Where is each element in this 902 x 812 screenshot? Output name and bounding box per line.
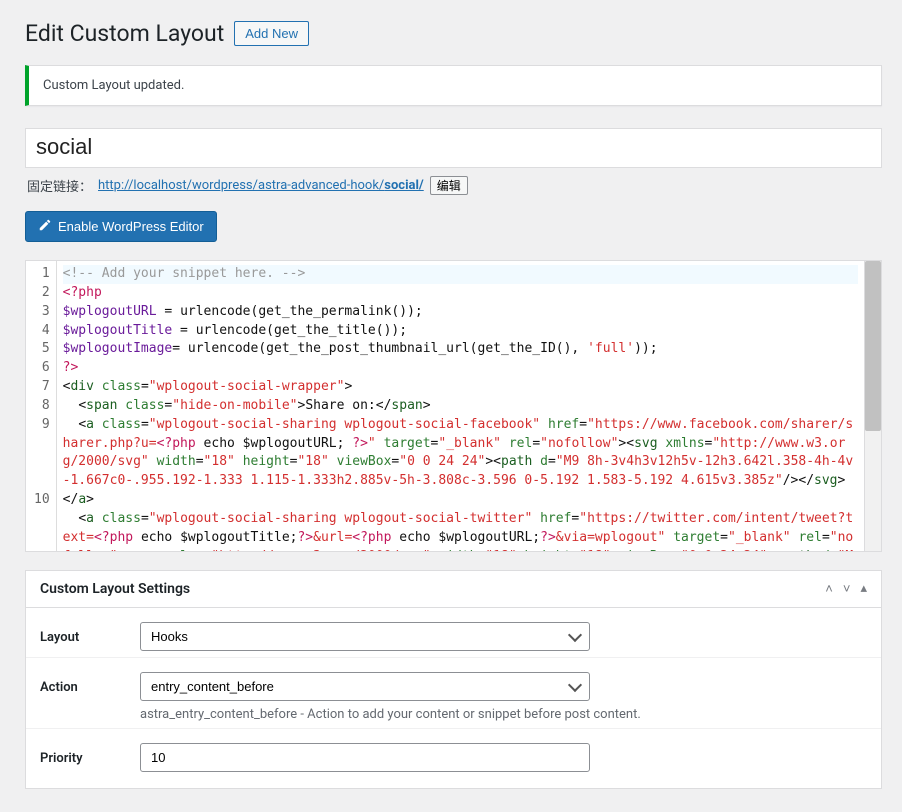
page-title: Edit Custom Layout: [25, 20, 224, 47]
settings-title: Custom Layout Settings: [40, 581, 190, 597]
chevron-down-icon[interactable]: ˅: [843, 581, 851, 597]
layout-select[interactable]: Hooks: [140, 622, 590, 651]
permalink-edit-button[interactable]: 编辑: [430, 176, 468, 195]
action-description: astra_entry_content_before - Action to a…: [140, 707, 867, 722]
title-input[interactable]: [28, 131, 879, 165]
priority-label: Priority: [40, 743, 140, 766]
permalink-label: 固定链接：: [27, 176, 92, 195]
pencil-icon: [38, 218, 52, 235]
action-label: Action: [40, 672, 140, 695]
scrollbar[interactable]: [864, 261, 881, 551]
scrollbar-thumb[interactable]: [865, 261, 881, 431]
collapse-icon[interactable]: ▴: [860, 581, 867, 597]
layout-label: Layout: [40, 622, 140, 645]
permalink-url[interactable]: http://localhost/wordpress/astra-advance…: [98, 178, 424, 193]
code-gutter: 1 2 3 4 5 6 7 8 9 10: [26, 261, 57, 551]
priority-input[interactable]: [140, 743, 590, 772]
enable-wordpress-editor-button[interactable]: Enable WordPress Editor: [25, 211, 217, 242]
update-notice: Custom Layout updated.: [25, 65, 882, 106]
action-select[interactable]: entry_content_before: [140, 672, 590, 701]
code-editor[interactable]: 1 2 3 4 5 6 7 8 9 10 <!-- Add your snipp…: [25, 260, 882, 552]
add-new-button[interactable]: Add New: [234, 21, 309, 46]
chevron-up-icon[interactable]: ˄: [825, 581, 833, 597]
